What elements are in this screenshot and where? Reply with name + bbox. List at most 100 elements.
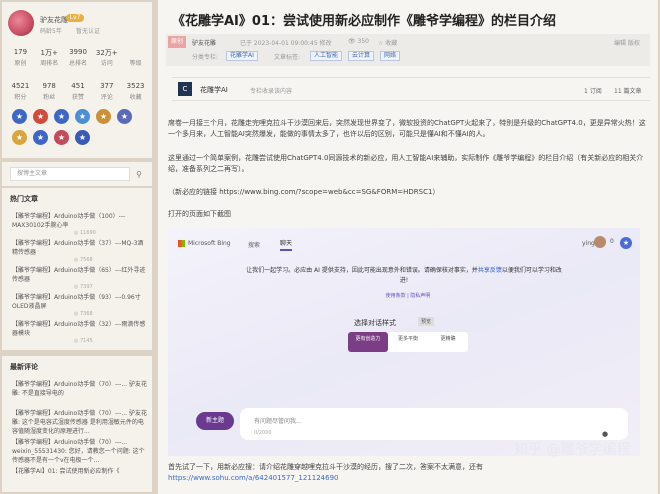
search-input[interactable]: 搜博主文章 bbox=[10, 167, 130, 181]
level-badge: Lv7 bbox=[66, 14, 84, 22]
paragraph-1: 席卷一月接三个月，花雕走完哩克拉斗干沙漠回来后，突然发现世界变了，微软投资的Ch… bbox=[168, 119, 646, 138]
hot-article-item[interactable]: 【雕爷学编程】Arduino动手做（100）---MAX30102手腕心率 ◎ 1… bbox=[12, 212, 148, 239]
hot-title: 热门文章 bbox=[10, 195, 38, 203]
tags-label: 文章标签: bbox=[274, 54, 301, 61]
column-article-count: 11 篇文章 bbox=[614, 88, 642, 95]
search-card: 搜博主文章 ⚲ bbox=[2, 162, 152, 186]
stat-primary-label: 周排名 bbox=[40, 60, 59, 67]
hot-article-title[interactable]: 【雕爷学编程】Arduino动手做（32）---雨滴传感器模块 bbox=[12, 320, 148, 338]
hot-list: 【雕爷学编程】Arduino动手做（100）---MAX30102手腕心率 ◎ 1… bbox=[12, 212, 148, 347]
original-badge: 原创 bbox=[168, 36, 186, 48]
stat-secondary-label: 评论 bbox=[100, 94, 113, 101]
paragraph-3: （新必应的链接 https://www.bing.com/?scope=web&… bbox=[168, 188, 440, 196]
recent-comment-item[interactable]: 【雕爷学编程】Arduino动手做（70）---... weixin_55531… bbox=[12, 438, 148, 467]
column-desc: 专栏收录该内容 bbox=[250, 88, 293, 95]
sohu-link[interactable]: https://www.sohu.com/a/642401577_1211246… bbox=[168, 473, 650, 484]
column-card[interactable]: C 花雕学AI 专栏收录该内容 1 订阅 11 篇文章 bbox=[172, 77, 650, 101]
bing-screenshot: Microsoft Bing 搜索 聊天 ying 0 ★ 让我们一起学习。必应… bbox=[168, 228, 640, 458]
stat-primary-value: 1万+ bbox=[40, 49, 58, 57]
user-cert: 暂无认证 bbox=[76, 28, 101, 35]
achievement-badge-icon[interactable]: ★ bbox=[75, 130, 90, 145]
bing-style-selector: 更有创造力 更多平衡 更精确 bbox=[348, 332, 468, 352]
column-icon: C bbox=[178, 82, 192, 96]
achievement-badge-icon[interactable]: ★ bbox=[117, 109, 132, 124]
stat-primary-value: 32万+ bbox=[95, 49, 118, 57]
username[interactable]: 驴友花雕 bbox=[40, 15, 68, 25]
stat-primary-value: 179 bbox=[13, 48, 28, 56]
bing-preview-tag: 预览 bbox=[418, 317, 435, 326]
hot-article-title[interactable]: 【雕爷学编程】Arduino动手做（37）---MQ-3酒精传感器 bbox=[12, 239, 148, 257]
stat-secondary-1: 978 粉丝 bbox=[35, 82, 64, 101]
stat-secondary-label: 收藏 bbox=[129, 94, 142, 101]
hot-article-views: ◎ 7397 bbox=[74, 284, 93, 290]
bing-welcome: 让我们一起学习。必应由 AI 提供支持，因此可能出现意外和错误。请确保核对事实，… bbox=[244, 266, 564, 286]
bing-char-counter: 0/2000 bbox=[254, 430, 272, 436]
bing-input-box: 有问题尽管问我... 0/2000 ● bbox=[240, 408, 628, 440]
article-title: 《花雕学AI》01：尝试使用新必应制作《雕爷学编程》的栏目介绍 bbox=[172, 14, 556, 29]
column-tag[interactable]: 花雕学AI bbox=[226, 51, 258, 61]
achievement-badge-icon[interactable]: ★ bbox=[96, 109, 111, 124]
stat-primary-1: 1万+ 周排名 bbox=[35, 48, 64, 67]
stats-row-2: 4521 积分 978 粉丝 451 获赞 377 评论 3523 收藏 bbox=[6, 82, 150, 101]
achievement-badge-icon[interactable]: ★ bbox=[75, 109, 90, 124]
bing-avatar bbox=[594, 236, 606, 248]
tag-cloud[interactable]: 云计算 bbox=[348, 51, 375, 61]
achievement-badge-icon[interactable]: ★ bbox=[54, 109, 69, 124]
bing-new-topic-button: 新主题 bbox=[196, 412, 234, 430]
bing-feedback-link: 共享反馈 bbox=[477, 267, 502, 274]
author-link[interactable]: 驴友花雕 bbox=[192, 38, 216, 47]
stat-secondary-label: 粉丝 bbox=[43, 94, 56, 101]
recent-comment-item[interactable]: 【雕爷学编程】Arduino动手做（70）---... 驴友花雕: 不是直接导电… bbox=[12, 380, 148, 409]
bing-terms: 使用条款 | 隐私声明 bbox=[385, 293, 431, 299]
hot-article-item[interactable]: 【雕爷学编程】Arduino动手做（93）---0.96寸OLED液晶屏 ◎ 73… bbox=[12, 293, 148, 320]
stat-primary-value: 3990 bbox=[69, 48, 87, 56]
achievement-badge-icon[interactable]: ★ bbox=[33, 109, 48, 124]
publish-time: 已于 2023-04-01 09:00:45 修改 bbox=[240, 40, 332, 47]
stat-secondary-2: 451 获赞 bbox=[64, 82, 93, 101]
stat-primary-label: 访问 bbox=[100, 60, 113, 67]
edit-link[interactable]: 编辑 版权 bbox=[614, 38, 640, 47]
view-count: 👁 350 bbox=[348, 38, 369, 45]
hot-article-item[interactable]: 【雕爷学编程】Arduino动手做（32）---雨滴传感器模块 ◎ 7145 bbox=[12, 320, 148, 347]
stat-secondary-value: 451 bbox=[71, 82, 85, 90]
search-icon[interactable]: ⚲ bbox=[132, 167, 146, 181]
achievement-badge-icon[interactable]: ★ bbox=[12, 130, 27, 145]
stat-secondary-3: 377 评论 bbox=[92, 82, 121, 101]
sidebar: 驴友花雕 Lv7 码龄5年 暂无认证 179 原创 1万+ 周排名 3990 总排名 32万… bbox=[0, 0, 155, 494]
stat-primary-label: 等级 bbox=[129, 60, 142, 67]
stat-primary-label: 原创 bbox=[14, 60, 27, 67]
bing-welcome-text: 让我们一起学习。必应由 AI 提供支持，因此可能出现意外和错误。请确保核对事实，… bbox=[246, 267, 478, 274]
bing-style-precise: 更精确 bbox=[440, 336, 456, 342]
article-meta: 原创 驴友花雕 已于 2023-04-01 09:00:45 修改 👁 350 … bbox=[166, 34, 650, 66]
hot-article-item[interactable]: 【雕爷学编程】Arduino动手做（37）---MQ-3酒精传感器 ◎ 7568 bbox=[12, 239, 148, 266]
tag-network[interactable]: 网络 bbox=[380, 51, 401, 61]
bing-rewards: 0 bbox=[610, 238, 614, 245]
achievement-badge-icon[interactable]: ★ bbox=[54, 130, 69, 145]
achievement-badge-icon[interactable]: ★ bbox=[12, 109, 27, 124]
recent-comment-item[interactable]: 【雕爷学编程】Arduino动手做（70）---... 驴友花雕: 这个是电容式… bbox=[12, 409, 148, 438]
stat-secondary-value: 4521 bbox=[11, 82, 30, 90]
hot-article-title[interactable]: 【雕爷学编程】Arduino动手做（100）---MAX30102手腕心率 bbox=[12, 212, 148, 230]
hot-article-title[interactable]: 【雕爷学编程】Arduino动手做（93）---0.96寸OLED液晶屏 bbox=[12, 293, 148, 311]
recent-comment-item[interactable]: 【花雕学AI】01: 尝试使用新必应制作《 bbox=[12, 467, 148, 494]
hot-article-views: ◎ 7368 bbox=[74, 311, 93, 317]
bing-search-tab: 搜索 bbox=[248, 242, 261, 249]
column-subscribers: 1 订阅 bbox=[584, 88, 602, 95]
stat-primary-3: 32万+ 访问 bbox=[92, 48, 121, 67]
bing-style-balanced: 更多平衡 bbox=[397, 336, 418, 342]
stat-secondary-label: 获赞 bbox=[71, 94, 84, 101]
favorite-button[interactable]: ☆ 收藏 bbox=[378, 38, 397, 47]
achievement-badge-icon[interactable]: ★ bbox=[33, 130, 48, 145]
recent-title: 最新评论 bbox=[10, 363, 38, 371]
stat-secondary-value: 377 bbox=[100, 82, 114, 90]
column-name[interactable]: 花雕学AI bbox=[200, 85, 228, 95]
hot-article-title[interactable]: 【雕爷学编程】Arduino动手做（65）---红外寻迹传感器 bbox=[12, 266, 148, 284]
hot-article-views: ◎ 7568 bbox=[74, 257, 93, 263]
tag-ai[interactable]: 人工智能 bbox=[310, 51, 343, 61]
bing-chat-tab: 聊天 bbox=[280, 238, 293, 251]
avatar[interactable] bbox=[8, 10, 34, 36]
stat-secondary-value: 978 bbox=[42, 82, 56, 90]
hot-article-item[interactable]: 【雕爷学编程】Arduino动手做（65）---红外寻迹传感器 ◎ 7397 bbox=[12, 266, 148, 293]
favorite-label: 收藏 bbox=[385, 40, 398, 47]
paragraph-5-text: 首先试了一下，用新必应搜：请介绍花雕穿越哩克拉斗干沙漠的经历，搜了二次，答案不太… bbox=[168, 463, 483, 471]
